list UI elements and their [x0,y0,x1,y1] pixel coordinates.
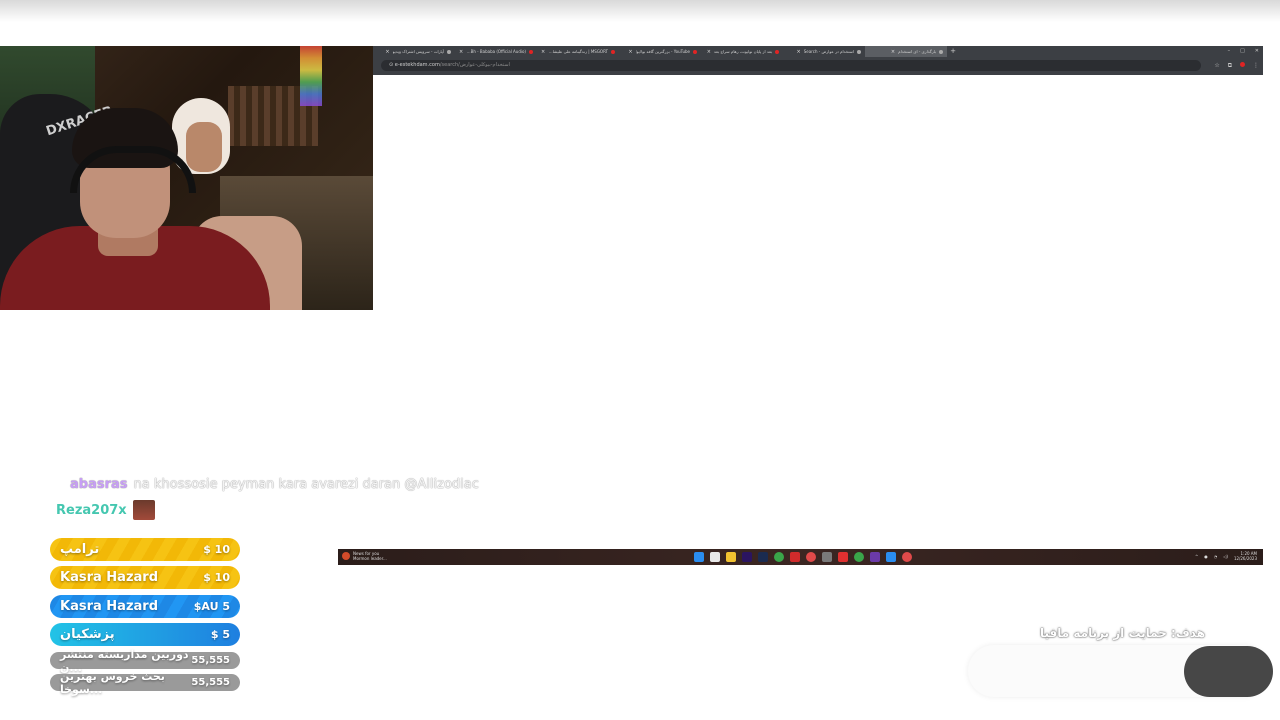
close-icon[interactable]: × [385,49,389,55]
chat-message: Reza207x [56,500,155,520]
close-icon[interactable]: × [797,49,801,55]
donation-amount: $AU 5 [193,600,230,613]
donor-name: Kasra Hazard [60,570,159,585]
new-tab-button[interactable]: + [947,46,959,57]
chrome-icon[interactable] [854,552,864,562]
address-bar: ⊙ e-estekhdam.com/search/استخدام-بیوکلی-… [373,59,1263,73]
tab-youtube-darius[interactable]: DariusBh - Bababa (Official Audio)× [455,46,537,57]
clock[interactable]: 1:20 AM 12/26/2023 [1234,551,1257,561]
file-icon[interactable] [710,552,720,562]
news-widget[interactable]: News for you Mormon leader... [342,551,387,561]
browser-window: آپارات - سرویس اشتراک ویدیو× DariusBh - … [373,46,1263,75]
close-window-icon[interactable]: ✕ [1255,46,1259,57]
chevron-up-icon[interactable]: ^ [1195,554,1198,559]
youtube-icon [529,49,533,54]
chrome-icon[interactable] [774,552,784,562]
app-icon[interactable] [886,552,896,562]
window-controls: – □ ✕ [1228,46,1259,57]
chat-message: abasras na khossosie peyman kara avarezi … [70,477,479,492]
tab-strip: آپارات - سرویس اشتراک ویدیو× DariusBh - … [373,46,1263,57]
url-input[interactable]: ⊙ e-estekhdam.com/search/استخدام-بیوکلی-… [381,60,1201,71]
app-icon[interactable] [838,552,848,562]
system-tray: ^ ● ◔ ◁) 1:20 AM 12/26/2023 [1195,551,1257,561]
close-icon[interactable]: × [628,49,632,55]
donor-name: ترامپ [60,542,100,557]
cam-friend-face [186,122,222,172]
close-icon[interactable]: × [459,49,463,55]
donor-name: پزشکیان [60,627,115,642]
photoshop-icon[interactable] [758,552,768,562]
page-icon [939,49,943,54]
donation-amount: $ 5 [210,628,230,641]
donation-amount: 55,555 [191,655,230,666]
webcam-feed: DXRACER [0,46,373,310]
close-icon[interactable]: × [707,49,711,55]
goal-label: هدف: حمایت از برنامه مافیا [1040,626,1206,640]
search-icon [857,49,861,54]
donor-name: Kasra Hazard [60,599,159,614]
tab-youtube-reham[interactable]: بعد از پایان نوایوت، رهام سراج بعد × [701,46,783,57]
premiere-icon[interactable] [742,552,752,562]
acrobat-icon[interactable] [790,552,800,562]
maximize-icon[interactable]: □ [1240,46,1245,57]
toolbar-icons: ☆ ⧉ ⋮ [1214,62,1259,70]
donation-amount: $ 10 [203,571,230,584]
taskbar-apps [694,552,912,562]
profile-icon[interactable] [1240,62,1245,67]
donor-name: بحث خروس بهترین سوخا... [60,669,165,696]
tab-active[interactable]: بارگذاری - ای استخدام × [865,46,947,57]
folder-icon[interactable] [726,552,736,562]
donation-item: Kasra Hazard $AU 5 [50,595,240,618]
bookmark-star-icon[interactable]: ☆ [1214,62,1219,70]
volume-icon[interactable]: ◁) [1223,554,1228,559]
mic-icon[interactable]: ● [1204,554,1208,559]
close-icon[interactable]: × [891,49,895,55]
app-icon[interactable] [902,552,912,562]
donation-item: ترامپ $ 10 [50,538,240,561]
youtube-icon [775,49,779,54]
donation-item: پزشکیان $ 5 [50,623,240,646]
tab-youtube-gaffe[interactable]: YouTube - بزرگترین گافه بولایوا × [619,46,701,57]
tab-youtube-msgort[interactable]: MSGORT | زندگینامه علی علیشاهی × [537,46,619,57]
close-icon[interactable]: × [541,49,545,55]
cam-rainbow-decor [300,46,322,106]
settings-icon[interactable] [822,552,832,562]
donation-item: Kasra Hazard $ 10 [50,566,240,589]
chat-text: na khossosie peyman kara avarezi daran @… [133,477,479,492]
aparat-icon [447,49,451,54]
windows-start-icon[interactable] [694,552,704,562]
emote-image [132,500,155,520]
menu-kebab-icon[interactable]: ⋮ [1253,62,1259,70]
news-icon [342,552,350,560]
news-subtitle: Mormon leader... [353,556,387,561]
donation-item: بحث خروس بهترین سوخا... 55,555 [50,670,240,696]
extensions-icon[interactable]: ⧉ [1228,62,1232,70]
wifi-icon[interactable]: ◔ [1214,554,1218,559]
goal-progress-fill [1184,646,1273,697]
youtube-icon [693,49,697,54]
donation-amount: $ 10 [203,543,230,556]
donation-amount: 55,555 [191,677,230,688]
donation-item: دوربین مداربسته منتشر ن... 55,555 [50,648,240,674]
minimize-icon[interactable]: – [1228,46,1231,57]
top-shade [0,0,1280,22]
tab-aparat[interactable]: آپارات - سرویس اشتراک ویدیو × [373,46,455,57]
youtube-icon [611,49,615,54]
r-app-icon[interactable] [870,552,880,562]
chat-username: Reza207x [56,502,127,518]
app-icon[interactable] [806,552,816,562]
windows-taskbar: News for you Mormon leader... ^ ● ◔ ◁) 1… [338,549,1263,565]
tab-search[interactable]: استخدام در عوارض - Search × [783,46,865,57]
chat-username: abasras [70,477,128,492]
